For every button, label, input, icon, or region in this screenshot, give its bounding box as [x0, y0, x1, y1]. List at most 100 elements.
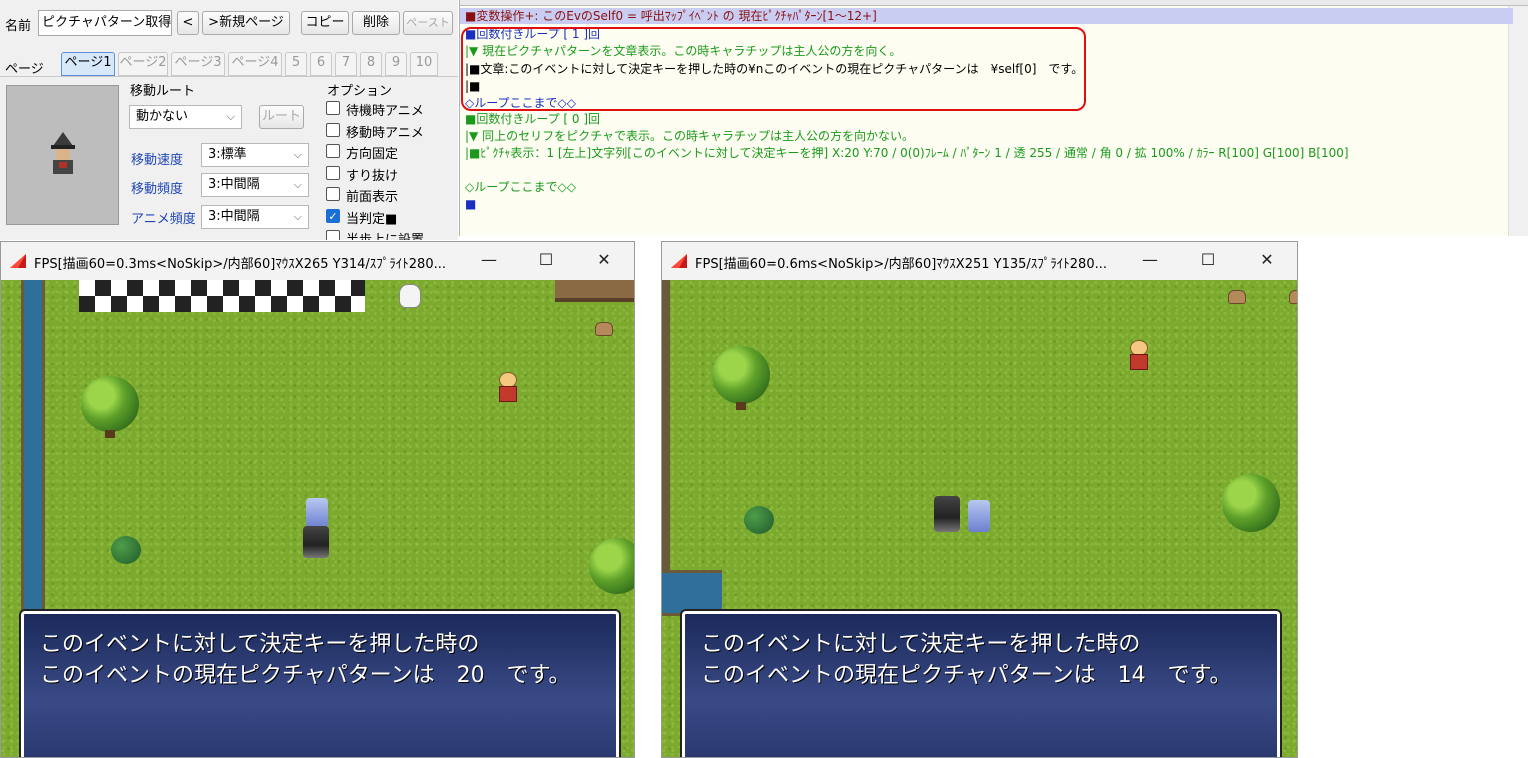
option-row[interactable]: すり抜け: [326, 165, 456, 184]
option-label: 半歩上に設置: [346, 229, 424, 240]
chevron-down-icon: ⌵: [226, 110, 235, 123]
tab-page-6[interactable]: 6: [310, 52, 332, 76]
title-bar: FPS[描画60=0.3ms<NoSkip>/内部60]ﾏｳｽX265 Y314…: [1, 242, 634, 280]
copy-button[interactable]: コピー: [301, 11, 349, 35]
chevron-down-icon: ⌵: [293, 178, 302, 191]
cliff-edge: [662, 280, 670, 600]
move-type-select[interactable]: 動かない ⌵: [129, 105, 242, 129]
checkbox[interactable]: [326, 230, 340, 240]
window-title: FPS[描画60=0.6ms<NoSkip>/内部60]ﾏｳｽX251 Y135…: [695, 257, 1107, 272]
event-command-list[interactable]: ■変数操作+: このEvのSelf0 = 呼出ﾏｯﾌﾟｲﾍﾞﾝﾄ の 現在ﾋﾟｸ…: [459, 0, 1528, 236]
new-page-button[interactable]: >新規ページ: [202, 11, 290, 35]
tab-divider: [0, 76, 458, 77]
paste-button[interactable]: ペースト: [403, 11, 453, 35]
game-window-2[interactable]: FPS[描画60=0.6ms<NoSkip>/内部60]ﾏｳｽX251 Y135…: [661, 241, 1298, 758]
move-speed-label: 移動速度: [131, 153, 184, 168]
option-row[interactable]: 移動時アニメ: [326, 122, 456, 141]
delete-button[interactable]: 削除: [352, 11, 400, 35]
event-editor-panel: 名前 ピクチャパターン取得 < >新規ページ コピー 削除 ペースト ページ ペ…: [0, 0, 458, 240]
event-line-selected[interactable]: ■変数操作+: このEvのSelf0 = 呼出ﾏｯﾌﾟｲﾍﾞﾝﾄ の 現在ﾋﾟｸ…: [460, 8, 1513, 24]
list-top-border: [460, 0, 1528, 6]
event-line[interactable]: |■ﾋﾟｸﾁｬ表示：1 [左上]文字列[このイベントに対して決定キーを押] X:…: [465, 145, 1349, 161]
tab-page-8[interactable]: 8: [360, 52, 382, 76]
chevron-down-icon: ⌵: [293, 148, 302, 161]
window-title: FPS[描画60=0.3ms<NoSkip>/内部60]ﾏｳｽX265 Y314…: [34, 257, 446, 272]
character-graphic-preview[interactable]: [6, 85, 119, 225]
tab-page-5[interactable]: 5: [285, 52, 307, 76]
minimize-icon[interactable]: —: [1138, 250, 1162, 269]
checkbox[interactable]: [326, 187, 340, 201]
name-label: 名前: [5, 19, 32, 34]
option-row[interactable]: 半歩上に設置: [326, 229, 456, 240]
npc-body: [499, 386, 517, 402]
message-line-1: このイベントに対して決定キーを押した時の: [40, 632, 480, 657]
scrollbar[interactable]: [1508, 6, 1528, 236]
tree: [1222, 474, 1280, 532]
bush: [744, 506, 774, 534]
event-line[interactable]: ■: [465, 196, 476, 212]
option-row[interactable]: 方向固定: [326, 143, 456, 162]
tree: [589, 538, 634, 594]
minimize-icon[interactable]: —: [477, 250, 501, 269]
option-row[interactable]: ✓ 当判定■: [326, 208, 456, 227]
move-frequency-label: 移動頻度: [131, 182, 184, 197]
message-window: このイベントに対して決定キーを押した時の このイベントの現在ピクチャパターンは …: [21, 611, 619, 757]
tab-page-10[interactable]: 10: [410, 52, 438, 76]
event-line[interactable]: ■回数付きループ [ 0 ]回: [465, 111, 600, 127]
move-speed-value: 3:標準: [208, 147, 247, 162]
tab-page-7[interactable]: 7: [335, 52, 357, 76]
highlight-annotation-box: [461, 27, 1086, 111]
message-line-2: このイベントの現在ピクチャパターンは 20 です。: [40, 663, 571, 688]
event-line[interactable]: |▼ 同上のセリフをピクチャで表示。この時キャラチップは主人公の方を向かない。: [465, 128, 914, 144]
game-window-1[interactable]: FPS[描画60=0.3ms<NoSkip>/内部60]ﾏｳｽX265 Y314…: [0, 241, 635, 758]
move-frequency-select[interactable]: 3:中間隔 ⌵: [201, 173, 309, 197]
option-row[interactable]: 前面表示: [326, 186, 456, 205]
event-name-input[interactable]: ピクチャパターン取得: [38, 10, 172, 36]
wooden-building: [555, 280, 634, 302]
route-button[interactable]: ルート: [259, 105, 304, 129]
river: [662, 570, 722, 616]
game-screen[interactable]: このイベントに対して決定キーを押した時の このイベントの現在ピクチャパターンは …: [1, 280, 634, 757]
tree-trunk: [736, 402, 746, 410]
checkered-floor: [79, 280, 365, 312]
move-speed-select[interactable]: 3:標準 ⌵: [201, 143, 309, 167]
river: [21, 280, 45, 612]
options-header: オプション: [327, 84, 393, 99]
anim-frequency-value: 3:中間隔: [208, 209, 260, 224]
option-label: 当判定■: [346, 211, 398, 227]
option-label: 移動時アニメ: [346, 125, 424, 141]
checkbox[interactable]: [326, 122, 340, 137]
event-line[interactable]: ◇ループここまで◇◇: [465, 179, 576, 195]
tab-page-1[interactable]: ページ1: [61, 52, 115, 76]
anim-frequency-select[interactable]: 3:中間隔 ⌵: [201, 205, 309, 229]
title-bar: FPS[描画60=0.6ms<NoSkip>/内部60]ﾏｳｽX251 Y135…: [662, 242, 1297, 280]
checkbox[interactable]: [326, 144, 340, 158]
checkbox[interactable]: [326, 101, 340, 115]
checkbox-checked[interactable]: ✓: [326, 208, 340, 223]
option-label: すり抜け: [346, 168, 399, 184]
prev-page-button[interactable]: <: [177, 11, 199, 35]
stump: [1228, 290, 1246, 304]
option-label: 待機時アニメ: [346, 104, 424, 119]
move-type-value: 動かない: [136, 109, 189, 124]
girl-sprite: [968, 500, 990, 532]
message-line-1: このイベントに対して決定キーを押した時の: [701, 632, 1141, 657]
tab-page-4[interactable]: ページ4: [228, 52, 282, 76]
app-icon: [10, 254, 26, 268]
maximize-icon[interactable]: ☐: [1196, 250, 1220, 269]
maximize-icon[interactable]: ☐: [534, 250, 558, 269]
move-route-header: 移動ルート: [130, 84, 196, 99]
anim-frequency-label: アニメ頻度: [131, 212, 196, 227]
tab-page-9[interactable]: 9: [385, 52, 407, 76]
tab-page-2[interactable]: ページ2: [118, 52, 168, 76]
app-icon: [671, 254, 687, 268]
checkbox[interactable]: [326, 165, 340, 180]
close-icon[interactable]: ✕: [1255, 250, 1279, 269]
witch-event-sprite: [303, 526, 329, 558]
page-label: ページ: [5, 62, 44, 77]
close-icon[interactable]: ✕: [592, 250, 616, 269]
game-screen[interactable]: このイベントに対して決定キーを押した時の このイベントの現在ピクチャパターンは …: [662, 280, 1297, 757]
move-frequency-value: 3:中間隔: [208, 177, 260, 192]
tab-page-3[interactable]: ページ3: [171, 52, 225, 76]
option-row[interactable]: 待機時アニメ: [326, 100, 456, 119]
